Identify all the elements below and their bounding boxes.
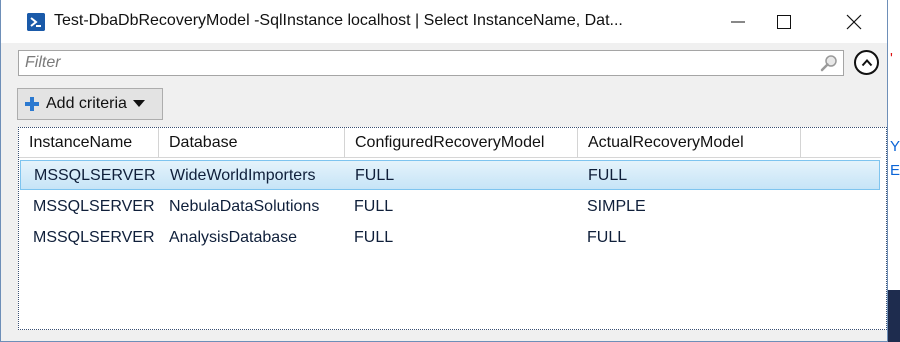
table-row[interactable]: MSSQLSERVER AnalysisDatabase FULL FULL <box>20 223 880 253</box>
cell-actualrecoverymodel: SIMPLE <box>587 198 646 215</box>
table-row[interactable]: MSSQLSERVER WideWorldImporters FULL FULL <box>20 160 880 190</box>
add-criteria-button[interactable]: Add criteria <box>17 88 163 120</box>
cell-instancename: MSSQLSERVER <box>33 229 155 246</box>
filter-box <box>18 50 844 76</box>
plus-icon <box>24 96 40 112</box>
table-row[interactable]: MSSQLSERVER NebulaDataSolutions FULL SIM… <box>20 192 880 222</box>
column-header-filler <box>801 128 881 158</box>
cell-configuredrecoverymodel: FULL <box>354 198 394 215</box>
column-header-actualrecoverymodel[interactable]: ActualRecoveryModel <box>578 128 801 158</box>
cell-instancename: MSSQLSERVER <box>34 167 156 184</box>
cell-configuredrecoverymodel: FULL <box>354 229 394 246</box>
collapse-filter-button[interactable] <box>854 50 879 75</box>
grid-header: InstanceName Database ConfiguredRecovery… <box>19 128 881 158</box>
column-header-database[interactable]: Database <box>159 128 345 158</box>
cell-actualrecoverymodel: FULL <box>588 167 628 184</box>
maximize-button[interactable] <box>761 0 807 44</box>
cell-database: NebulaDataSolutions <box>169 198 320 215</box>
minimize-icon <box>731 21 745 23</box>
cell-database: WideWorldImporters <box>170 167 316 184</box>
cell-actualrecoverymodel: FULL <box>587 229 627 246</box>
powershell-icon <box>27 13 45 31</box>
minimize-button[interactable] <box>715 0 761 44</box>
cell-configuredrecoverymodel: FULL <box>355 167 395 184</box>
cell-instancename: MSSQLSERVER <box>33 198 155 215</box>
title-bar[interactable]: Test-DbaDbRecoveryModel -SqlInstance loc… <box>1 0 887 44</box>
close-icon <box>846 14 862 30</box>
cell-database: AnalysisDatabase <box>169 229 298 246</box>
search-icon[interactable] <box>819 53 839 78</box>
background-console-right <box>888 290 900 342</box>
dropdown-arrow-icon <box>132 95 145 113</box>
close-button[interactable] <box>831 0 877 44</box>
window-title: Test-DbaDbRecoveryModel -SqlInstance loc… <box>54 12 623 29</box>
filter-input[interactable] <box>19 51 809 75</box>
collapse-icon <box>861 58 872 66</box>
column-header-instancename[interactable]: InstanceName <box>19 128 159 158</box>
grid-view-window: Test-DbaDbRecoveryModel -SqlInstance loc… <box>0 0 888 342</box>
column-header-configuredrecoverymodel[interactable]: ConfiguredRecoveryModel <box>345 128 578 158</box>
results-grid: InstanceName Database ConfiguredRecovery… <box>18 127 887 330</box>
add-criteria-label: Add criteria <box>46 95 127 112</box>
maximize-icon <box>777 15 791 29</box>
